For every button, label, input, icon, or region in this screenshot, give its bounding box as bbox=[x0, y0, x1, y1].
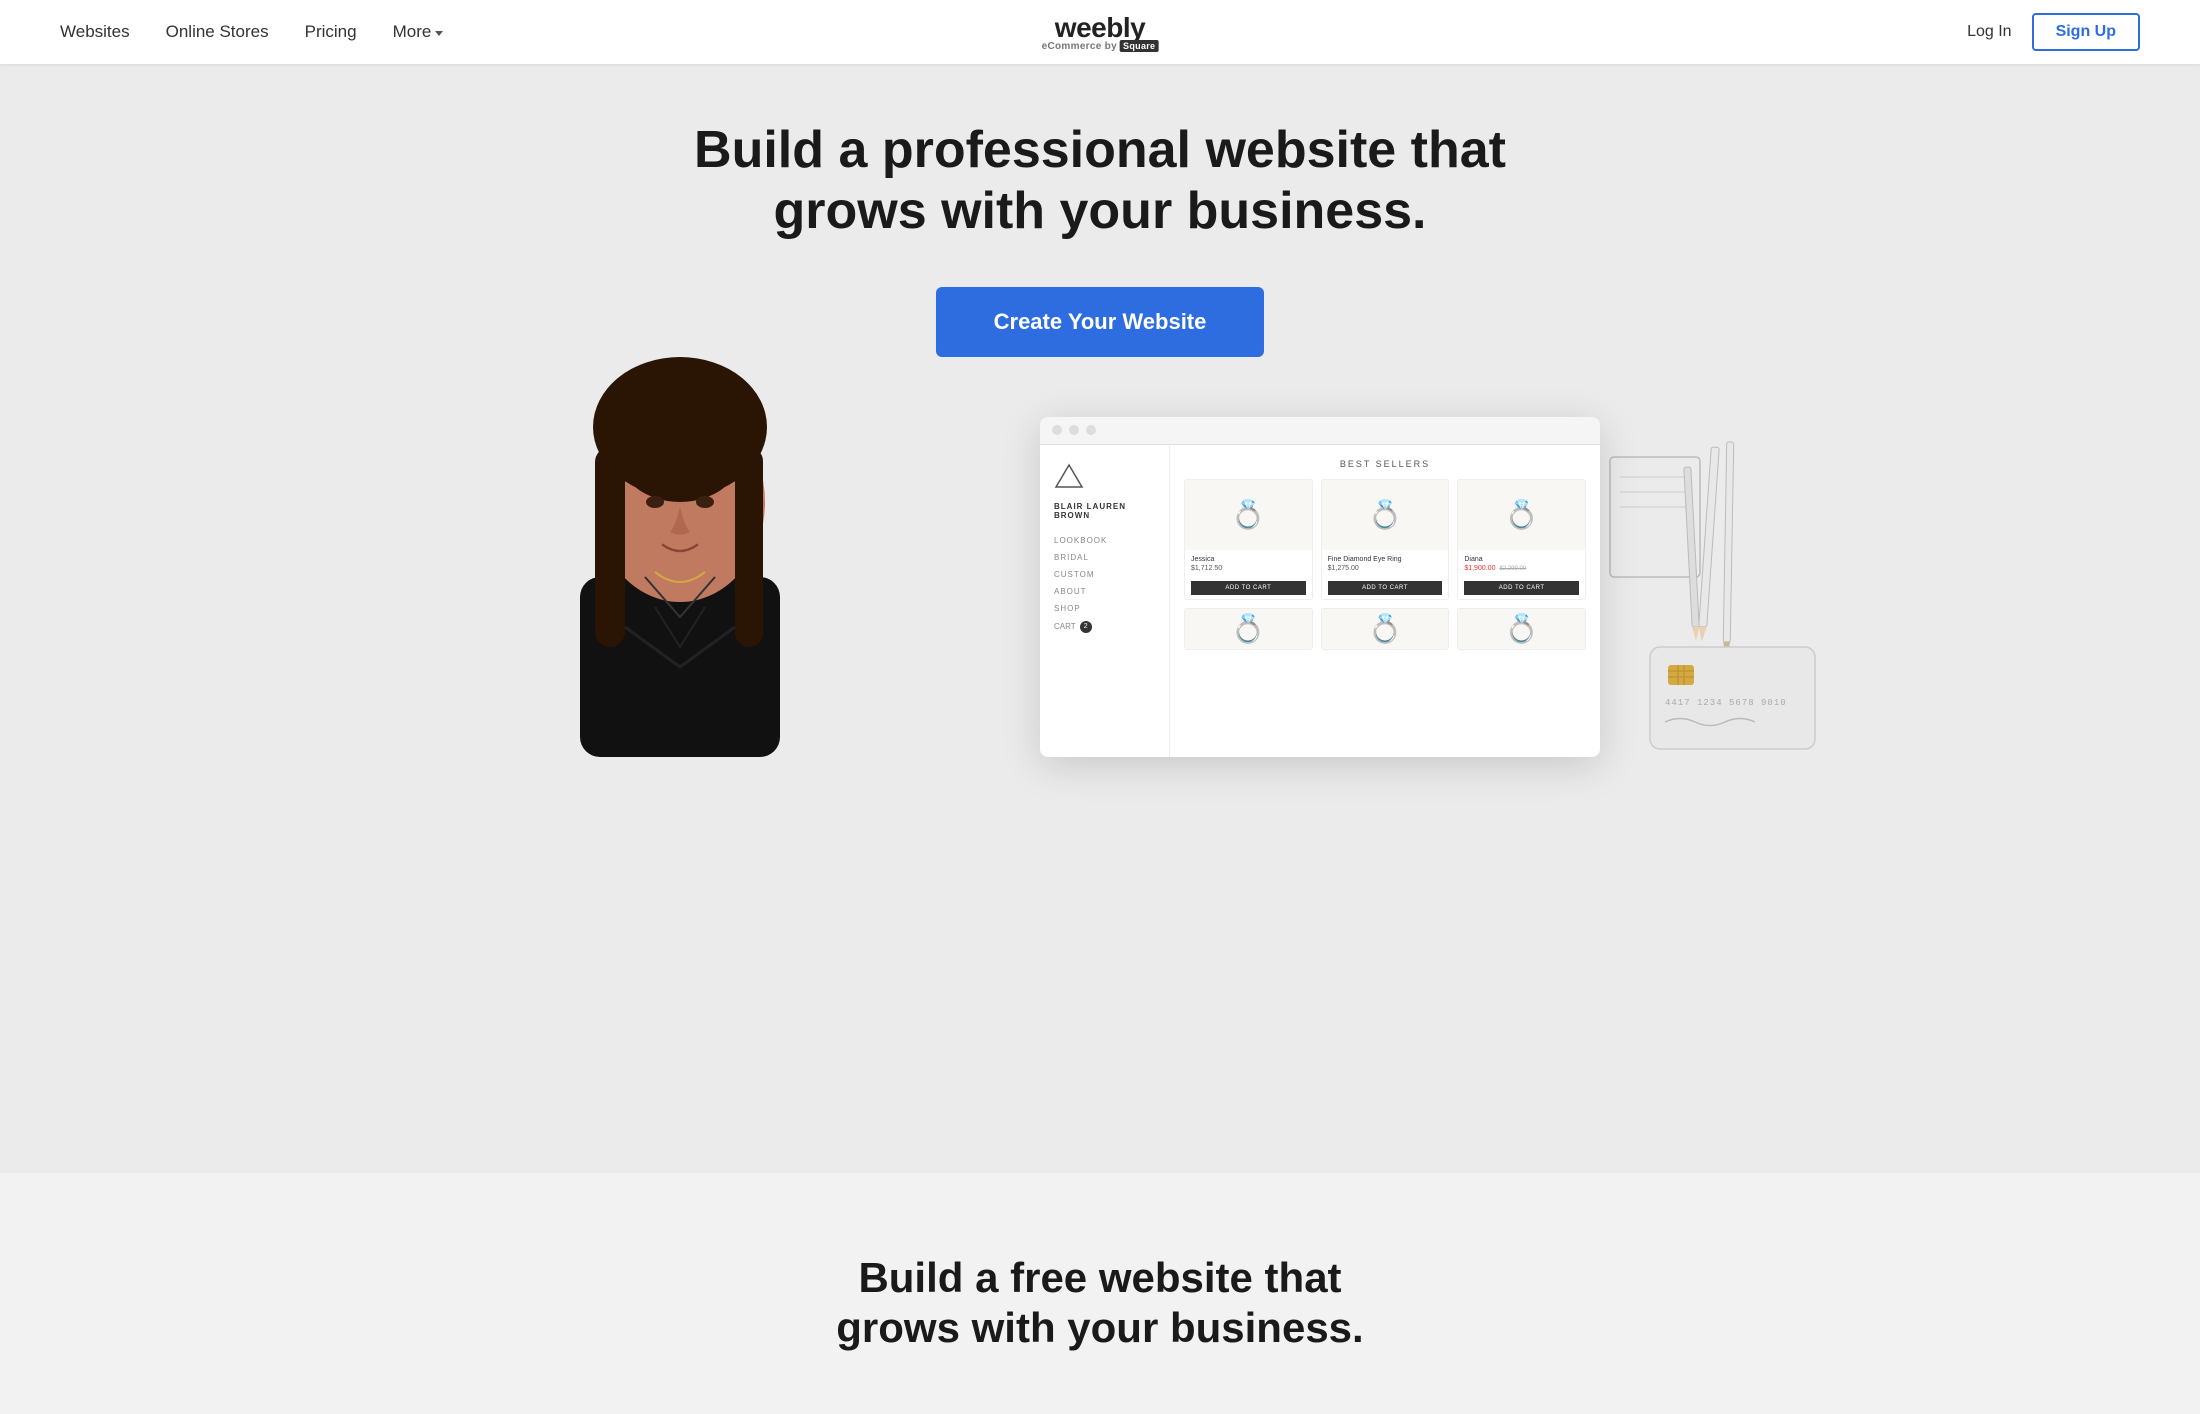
best-sellers-title: BEST SELLERS bbox=[1184, 459, 1586, 469]
signup-button[interactable]: Sign Up bbox=[2032, 13, 2140, 51]
sidebar-brand-name: BLAIR LAUREN BROWN bbox=[1054, 502, 1155, 520]
sidebar-menu-item: LOOKBOOK bbox=[1054, 536, 1155, 545]
product-image: 💍 bbox=[1458, 480, 1585, 550]
add-to-cart-button[interactable]: ADD TO CART bbox=[1191, 581, 1306, 595]
product-info: Jessica $1,712.50 ADD TO CART bbox=[1185, 550, 1312, 599]
nav-more[interactable]: More bbox=[393, 22, 444, 42]
sidebar-menu-item: SHOP bbox=[1054, 604, 1155, 613]
add-to-cart-button[interactable]: ADD TO CART bbox=[1464, 581, 1579, 595]
nav-left: Websites Online Stores Pricing More bbox=[60, 22, 443, 42]
product-image: 💍 bbox=[1322, 480, 1449, 550]
hero-headline: Build a professional website that grows … bbox=[690, 120, 1510, 243]
sidebar-menu-item: ABOUT bbox=[1054, 587, 1155, 596]
hero-section: Build a professional website that grows … bbox=[0, 0, 2200, 1173]
product-image: 💍 bbox=[1185, 480, 1312, 550]
nav-websites[interactable]: Websites bbox=[60, 22, 130, 42]
product-card-partial: 💍 bbox=[1184, 608, 1313, 650]
screenshot-body: BLAIR LAUREN BROWN LOOKBOOK BRIDAL CUSTO… bbox=[1040, 445, 1600, 757]
nav-pricing[interactable]: Pricing bbox=[305, 22, 357, 42]
logo-subtitle: eCommerce by Square bbox=[1042, 41, 1159, 52]
product-info: Fine Diamond Eye Ring $1,275.00 ADD TO C… bbox=[1322, 550, 1449, 599]
products-grid: 💍 Jessica $1,712.50 ADD TO CART 💍 Fi bbox=[1184, 479, 1586, 600]
product-card-partial: 💍 bbox=[1457, 608, 1586, 650]
product-name: Diana bbox=[1464, 556, 1579, 563]
add-to-cart-button[interactable]: ADD TO CART bbox=[1328, 581, 1443, 595]
product-price: $1,712.50 bbox=[1191, 565, 1306, 572]
hero-visuals: BLAIR LAUREN BROWN LOOKBOOK BRIDAL CUSTO… bbox=[400, 417, 1800, 757]
product-image: 💍 bbox=[1322, 609, 1449, 649]
login-button[interactable]: Log In bbox=[1967, 23, 2011, 41]
product-card-partial: 💍 bbox=[1321, 608, 1450, 650]
product-image: 💍 bbox=[1185, 609, 1312, 649]
sidebar-menu-item: CUSTOM bbox=[1054, 570, 1155, 579]
pencils-card-illustration: 4417 1234 5678 9010 bbox=[1600, 437, 1820, 757]
logo-brand-square: Square bbox=[1120, 40, 1158, 52]
sidebar-menu: LOOKBOOK BRIDAL CUSTOM ABOUT SHOP bbox=[1054, 536, 1155, 613]
navigation: Websites Online Stores Pricing More weeb… bbox=[0, 0, 2200, 64]
products-grid-row2: 💍 💍 💍 bbox=[1184, 608, 1586, 650]
product-image: 💍 bbox=[1458, 609, 1585, 649]
svg-text:4417 1234 5678 9010: 4417 1234 5678 9010 bbox=[1665, 698, 1787, 708]
product-price: $1,275.00 bbox=[1328, 565, 1443, 572]
product-card: 💍 Jessica $1,712.50 ADD TO CART bbox=[1184, 479, 1313, 600]
ecommerce-screenshot: BLAIR LAUREN BROWN LOOKBOOK BRIDAL CUSTO… bbox=[1040, 417, 1600, 757]
lower-section: Build a free website that grows with you… bbox=[0, 1173, 2200, 1414]
sidebar-cart: CART 2 bbox=[1054, 621, 1155, 633]
screenshot-main: BEST SELLERS 💍 Jessica $1,712.50 ADD TO … bbox=[1170, 445, 1600, 757]
product-info: Diana $1,900.00 $2,299.00 ADD TO CART bbox=[1458, 550, 1585, 599]
create-website-button[interactable]: Create Your Website bbox=[936, 287, 1265, 357]
screenshot-sidebar: BLAIR LAUREN BROWN LOOKBOOK BRIDAL CUSTO… bbox=[1040, 445, 1170, 757]
screenshot-titlebar bbox=[1040, 417, 1600, 445]
nav-right: Log In Sign Up bbox=[1967, 13, 2140, 51]
hero-person bbox=[525, 317, 835, 757]
chevron-down-icon bbox=[435, 31, 443, 36]
product-card: 💍 Diana $1,900.00 $2,299.00 ADD TO CART bbox=[1457, 479, 1586, 600]
titlebar-dot-2 bbox=[1069, 425, 1079, 435]
site-logo[interactable]: weebly eCommerce by Square bbox=[1042, 12, 1159, 52]
titlebar-dot-3 bbox=[1086, 425, 1096, 435]
titlebar-dot-1 bbox=[1052, 425, 1062, 435]
sale-price: $1,900.00 bbox=[1464, 565, 1495, 572]
nav-online-stores[interactable]: Online Stores bbox=[166, 22, 269, 42]
lower-headline: Build a free website that grows with you… bbox=[800, 1253, 1400, 1354]
product-name: Jessica bbox=[1191, 556, 1306, 563]
person-illustration bbox=[525, 317, 835, 757]
original-price: $2,299.00 bbox=[1499, 566, 1526, 572]
product-price: $1,900.00 $2,299.00 bbox=[1464, 565, 1579, 572]
decorative-illustration: 4417 1234 5678 9010 bbox=[1600, 437, 1820, 757]
product-name: Fine Diamond Eye Ring bbox=[1328, 556, 1443, 563]
cart-badge: 2 bbox=[1080, 621, 1092, 633]
brand-triangle-logo bbox=[1054, 463, 1084, 489]
sidebar-menu-item: BRIDAL bbox=[1054, 553, 1155, 562]
product-card: 💍 Fine Diamond Eye Ring $1,275.00 ADD TO… bbox=[1321, 479, 1450, 600]
